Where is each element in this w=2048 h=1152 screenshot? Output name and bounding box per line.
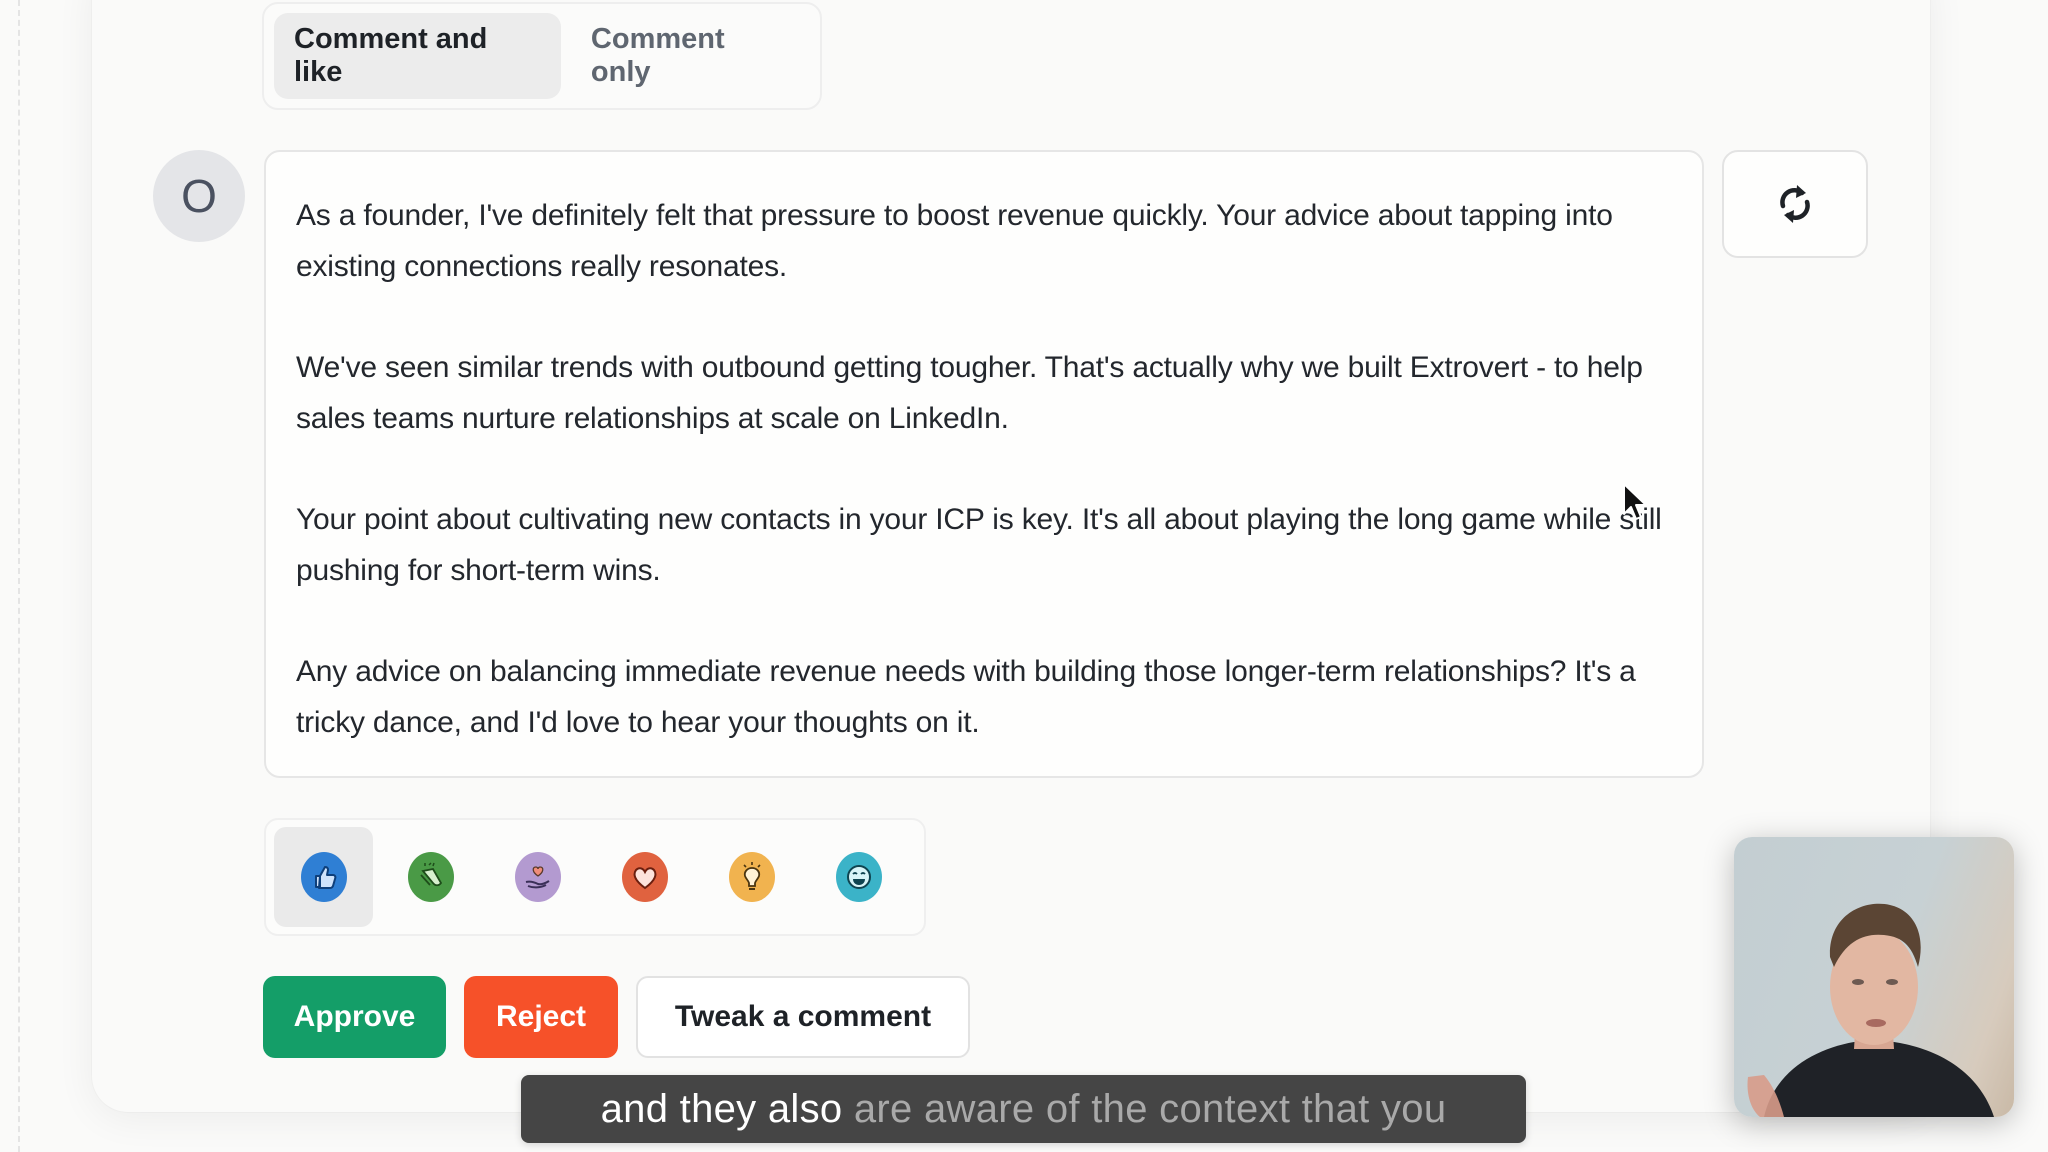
comment-paragraph: Your point about cultivating new contact… [296,503,1662,587]
tweak-comment-button[interactable]: Tweak a comment [636,976,970,1058]
avatar-initial: O [181,170,217,222]
heart-icon [621,852,668,902]
clapping-hands-icon [407,852,454,902]
approve-button[interactable]: Approve [263,976,446,1058]
mouse-cursor-icon [1623,483,1647,520]
tab-comment-only[interactable]: Comment only [571,13,810,99]
heart-in-hand-icon [514,852,561,902]
laughing-face-icon [835,852,882,902]
comment-paragraph: As a founder, I've definitely felt that … [296,199,1613,283]
comment-paragraph: Any advice on balancing immediate revenu… [296,655,1636,739]
action-buttons: Approve Reject Tweak a comment [263,976,970,1058]
author-avatar: O [153,150,245,242]
caption-spoken-text: and they also [600,1086,843,1131]
presenter-webcam [1734,837,2014,1117]
reaction-love[interactable] [595,827,694,927]
reaction-picker [264,818,926,936]
caption-upcoming-text: are aware of the context that you [853,1086,1447,1131]
tab-comment-and-like[interactable]: Comment and like [274,13,561,99]
lightbulb-icon [728,852,775,902]
dashed-guide-line [18,0,20,1152]
reaction-funny[interactable] [809,827,908,927]
reaction-support[interactable] [488,827,587,927]
reaction-insightful[interactable] [702,827,801,927]
comment-paragraph: We've seen similar trends with outbound … [296,351,1643,435]
presenter-silhouette [1747,903,1994,1117]
comment-textarea[interactable]: As a founder, I've definitely felt that … [264,150,1704,778]
reject-button[interactable]: Reject [464,976,618,1058]
page: Comment and like Comment only O As a fou… [0,0,2048,1152]
regenerate-comment-button[interactable] [1722,150,1868,258]
reaction-celebrate[interactable] [381,827,480,927]
thumbs-up-icon [300,852,347,902]
video-caption: and they also are aware of the context t… [521,1075,1526,1143]
comment-mode-toggle: Comment and like Comment only [262,2,822,110]
reaction-like[interactable] [274,827,373,927]
refresh-icon [1780,185,1810,223]
